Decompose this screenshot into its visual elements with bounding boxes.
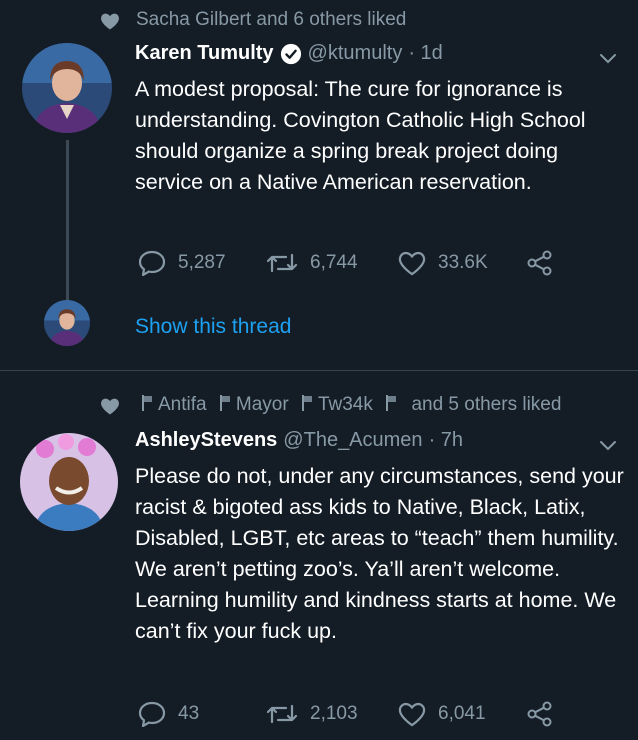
reply-icon — [138, 701, 166, 727]
tweet-header: AshleyStevens @The_Acumen · 7h — [135, 429, 463, 452]
avatar-image — [22, 43, 112, 133]
tweet-karen-tumulty[interactable]: Sacha Gilbert and 6 others liked Karen T… — [0, 0, 638, 370]
retweet-icon — [266, 253, 298, 273]
author-name[interactable]: AshleyStevens — [135, 429, 277, 452]
chevron-down-icon[interactable] — [598, 439, 618, 453]
reply-count: 43 — [178, 703, 200, 724]
tweet-header: Karen Tumulty @ktumulty · 1d — [135, 42, 443, 65]
author-handle[interactable]: @The_Acumen — [283, 429, 422, 452]
tweet-text: A modest proposal: The cure for ignoranc… — [135, 74, 625, 198]
like-button[interactable]: 33.6K — [398, 250, 488, 276]
avatar-karen-tumulty[interactable] — [22, 43, 112, 133]
tweet-ashley-stevens[interactable]: Antifa Mayor Tw34k and 5 others liked As… — [0, 370, 638, 740]
tweet-time[interactable]: · 7h — [429, 429, 463, 452]
retweet-button[interactable]: 6,744 — [266, 251, 358, 275]
tweet-text: Please do not, under any circumstances, … — [135, 461, 630, 647]
chevron-down-icon[interactable] — [598, 52, 618, 66]
share-button[interactable] — [526, 249, 566, 277]
liker-name[interactable]: Antifa — [158, 394, 207, 415]
show-thread-link[interactable]: Show this thread — [135, 315, 291, 339]
author-name[interactable]: Karen Tumulty — [135, 42, 274, 65]
heart-icon — [398, 251, 426, 276]
retweet-icon — [266, 704, 298, 724]
avatar-ashley-stevens[interactable] — [20, 433, 118, 531]
heart-icon — [398, 702, 426, 727]
social-context: Antifa Mayor Tw34k and 5 others liked — [100, 393, 630, 419]
heart-liked-icon — [101, 398, 119, 415]
flag-icon — [142, 395, 152, 411]
reply-icon — [138, 250, 166, 276]
social-context-text: Sacha Gilbert and 6 others liked — [136, 9, 407, 30]
heart-liked-icon — [101, 13, 119, 30]
retweet-button[interactable]: 2,103 — [266, 702, 358, 726]
tweet-text-content: Please do not, under any circumstances, … — [135, 464, 624, 643]
author-handle[interactable]: @ktumulty — [308, 42, 403, 65]
share-button[interactable] — [526, 700, 566, 728]
tweet-time[interactable]: · 1d — [408, 42, 442, 65]
like-count: 33.6K — [438, 252, 488, 273]
verified-badge-icon — [280, 43, 301, 64]
avatar-karen-tumulty-thread[interactable] — [44, 300, 90, 346]
share-icon — [527, 701, 552, 727]
retweet-count: 6,744 — [310, 252, 358, 273]
social-context-text: Antifa Mayor Tw34k and 5 others liked — [142, 394, 561, 416]
liker-name[interactable]: Mayor — [236, 394, 289, 415]
action-bar: 5,287 6,744 33.6K — [0, 248, 638, 278]
avatar-image — [20, 433, 118, 531]
retweet-count: 2,103 — [310, 703, 358, 724]
tweet-text-content: A modest proposal: The cure for ignoranc… — [135, 77, 586, 194]
flag-icon — [386, 395, 397, 411]
share-icon — [527, 250, 552, 276]
avatar-image — [44, 300, 90, 346]
social-context-suffix: and 5 others liked — [411, 394, 562, 415]
flag-icon — [219, 395, 230, 411]
liker-name[interactable]: Tw34k — [318, 394, 373, 415]
action-bar: 43 2,103 6,041 — [0, 699, 638, 729]
reply-button[interactable]: 5,287 — [138, 250, 226, 276]
flag-icon — [301, 395, 312, 411]
reply-count: 5,287 — [178, 252, 226, 273]
like-button[interactable]: 6,041 — [398, 701, 486, 727]
like-count: 6,041 — [438, 703, 486, 724]
reply-button[interactable]: 43 — [138, 701, 199, 727]
social-context: Sacha Gilbert and 6 others liked — [100, 8, 630, 34]
